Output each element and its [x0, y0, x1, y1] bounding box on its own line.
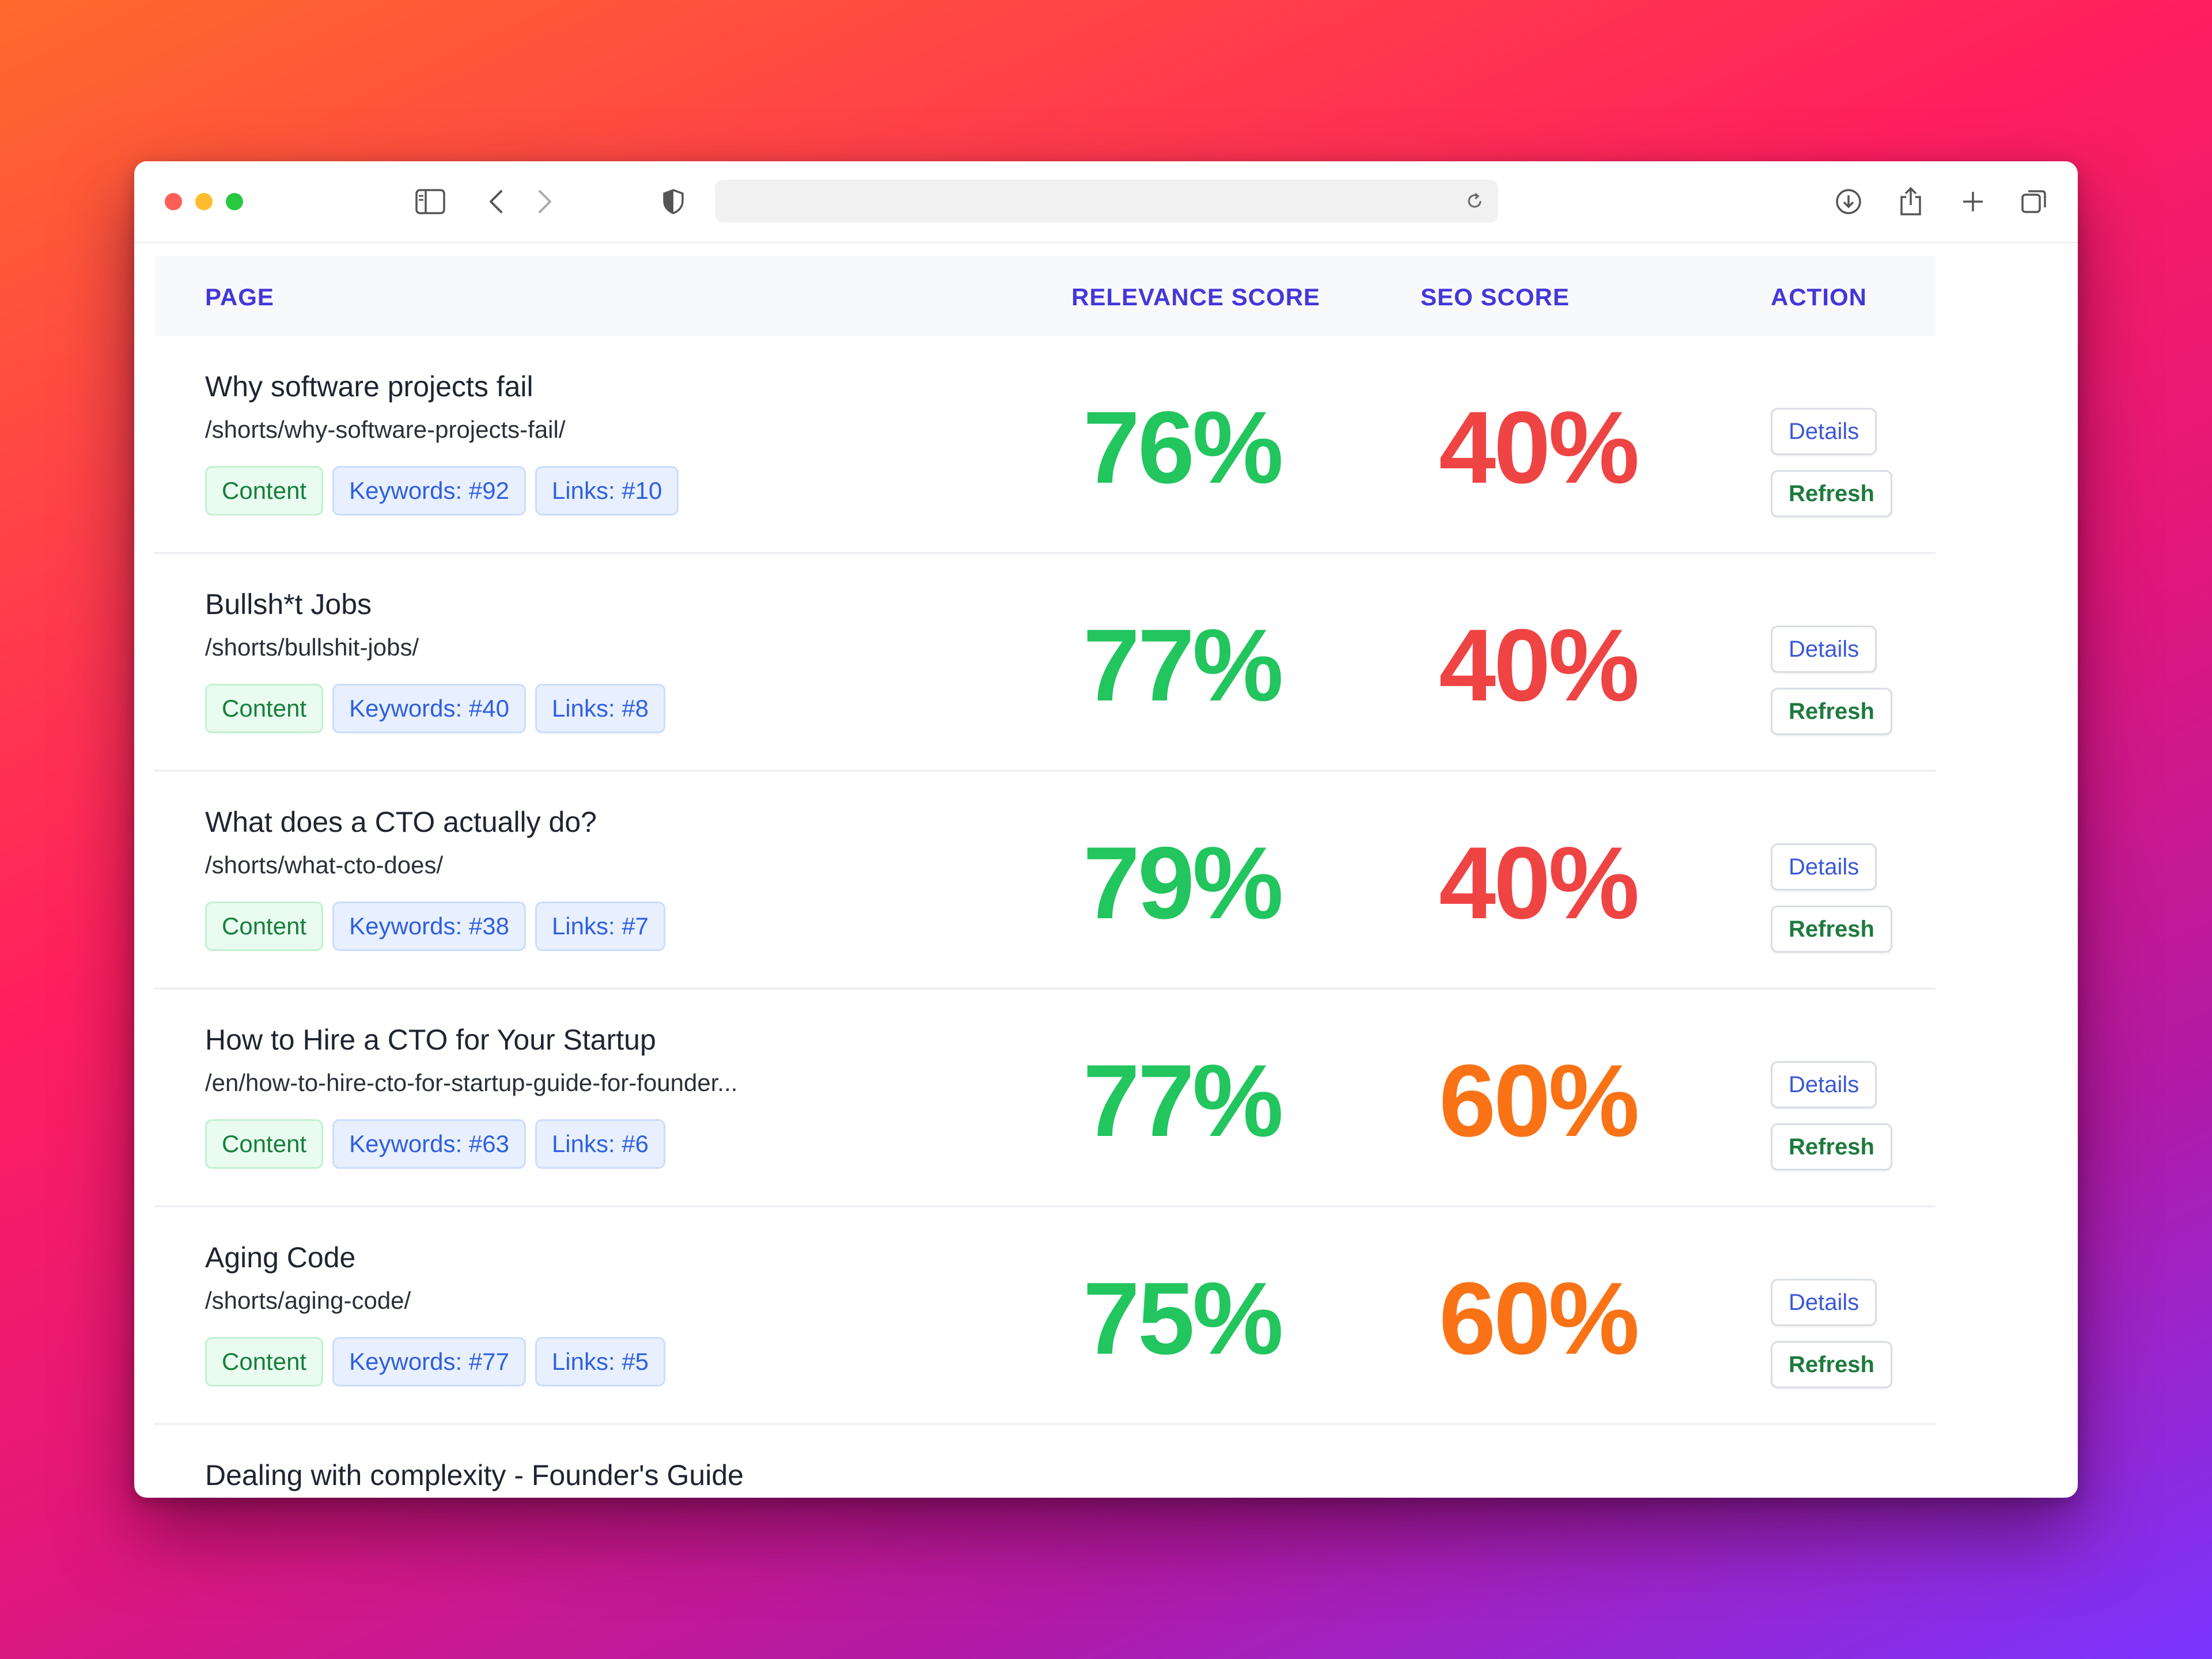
- close-window-button[interactable]: [165, 193, 182, 210]
- shield-icon[interactable]: [656, 184, 691, 219]
- table-row: Bullsh*t Jobs /shorts/bullshit-jobs/ Con…: [154, 554, 1936, 772]
- header-page: PAGE: [205, 283, 274, 310]
- relevance-score: 79%: [1083, 825, 1283, 940]
- address-bar[interactable]: [715, 180, 1498, 222]
- tag-list: Content Keywords: #92 Links: #10: [205, 466, 679, 516]
- tag-keywords: Keywords: #38: [332, 902, 526, 951]
- tag-list: Content Keywords: #38 Links: #7: [205, 902, 666, 951]
- details-button[interactable]: Details: [1771, 1279, 1877, 1326]
- refresh-button[interactable]: Refresh: [1771, 1341, 1892, 1388]
- seo-score: 40%: [1439, 390, 1639, 505]
- details-button[interactable]: Details: [1771, 408, 1877, 455]
- relevance-score: 75%: [1083, 1261, 1283, 1376]
- page-title[interactable]: What does a CTO actually do?: [205, 805, 597, 839]
- tag-content: Content: [205, 902, 324, 951]
- details-button[interactable]: Details: [1771, 1061, 1877, 1108]
- tag-content: Content: [205, 1337, 324, 1387]
- table-row: How to Hire a CTO for Your Startup /en/h…: [154, 990, 1936, 1207]
- seo-score: 40%: [1439, 608, 1639, 722]
- page-path: /en/how-to-hire-cto-for-startup-guide-fo…: [205, 1069, 738, 1096]
- header-action: ACTION: [1771, 283, 1867, 310]
- refresh-button[interactable]: Refresh: [1771, 470, 1892, 517]
- table-header: PAGE RELEVANCE SCORE SEO SCORE ACTION: [154, 256, 1936, 336]
- table-body: Why software projects fail /shorts/why-s…: [154, 336, 1936, 1498]
- tag-links: Links: #10: [535, 466, 679, 516]
- chevron-left-icon[interactable]: [479, 184, 513, 219]
- page-path: /shorts/why-software-projects-fail/: [205, 416, 566, 443]
- relevance-score: 77%: [1083, 608, 1283, 722]
- seo-score: 60%: [1439, 1261, 1639, 1376]
- page-path: /shorts/bullshit-jobs/: [205, 634, 419, 661]
- table-row: Dealing with complexity - Founder's Guid…: [154, 1425, 1936, 1498]
- seo-score: 40%: [1439, 825, 1639, 940]
- seo-score: 60%: [1439, 1043, 1639, 1158]
- relevance-score: 76%: [1083, 390, 1283, 505]
- header-relevance-score: RELEVANCE SCORE: [1071, 283, 1320, 310]
- page-title[interactable]: Bullsh*t Jobs: [205, 588, 372, 621]
- tag-keywords: Keywords: #40: [332, 684, 526, 733]
- tag-links: Links: #7: [535, 902, 666, 951]
- page-title[interactable]: Aging Code: [205, 1241, 355, 1274]
- tag-keywords: Keywords: #92: [332, 466, 526, 516]
- tag-list: Content Keywords: #77 Links: #5: [205, 1337, 666, 1387]
- tag-content: Content: [205, 466, 324, 516]
- chevron-right-icon[interactable]: [528, 184, 562, 219]
- page-title[interactable]: How to Hire a CTO for Your Startup: [205, 1023, 656, 1056]
- seo-table: PAGE RELEVANCE SCORE SEO SCORE ACTION Wh…: [154, 256, 1936, 1498]
- tabs-overview-icon[interactable]: [2017, 184, 2051, 219]
- page-title[interactable]: Why software projects fail: [205, 370, 533, 403]
- tag-list: Content Keywords: #63 Links: #6: [205, 1119, 666, 1169]
- reload-icon[interactable]: [1461, 188, 1488, 214]
- details-button[interactable]: Details: [1771, 626, 1877, 673]
- tag-content: Content: [205, 1119, 324, 1169]
- download-icon[interactable]: [1831, 184, 1866, 219]
- page-path: /shorts/aging-code/: [205, 1287, 411, 1314]
- browser-window: PAGE RELEVANCE SCORE SEO SCORE ACTION Wh…: [134, 161, 2078, 1498]
- tag-keywords: Keywords: #77: [332, 1337, 526, 1387]
- details-button[interactable]: Details: [1771, 843, 1877, 891]
- tag-links: Links: #5: [535, 1337, 666, 1387]
- table-row: Aging Code /shorts/aging-code/ Content K…: [154, 1207, 1936, 1425]
- zoom-window-button[interactable]: [226, 193, 243, 210]
- plus-icon[interactable]: [1956, 184, 1990, 219]
- tag-content: Content: [205, 684, 324, 733]
- refresh-button[interactable]: Refresh: [1771, 688, 1892, 735]
- relevance-score: 77%: [1083, 1043, 1283, 1158]
- tag-links: Links: #6: [535, 1119, 666, 1169]
- page-path: /shorts/what-cto-does/: [205, 851, 444, 878]
- share-icon[interactable]: [1893, 184, 1928, 219]
- table-row: What does a CTO actually do? /shorts/wha…: [154, 772, 1936, 990]
- tag-list: Content Keywords: #40 Links: #8: [205, 684, 666, 733]
- page-title[interactable]: Dealing with complexity - Founder's Guid…: [205, 1459, 744, 1492]
- tag-keywords: Keywords: #63: [332, 1119, 526, 1169]
- minimize-window-button[interactable]: [195, 193, 213, 210]
- header-seo-score: SEO SCORE: [1421, 283, 1570, 310]
- refresh-button[interactable]: Refresh: [1771, 906, 1892, 953]
- refresh-button[interactable]: Refresh: [1771, 1123, 1892, 1171]
- table-row: Why software projects fail /shorts/why-s…: [154, 336, 1936, 554]
- tag-links: Links: #8: [535, 684, 666, 733]
- browser-toolbar: [134, 161, 2078, 243]
- sidebar-icon[interactable]: [413, 184, 448, 219]
